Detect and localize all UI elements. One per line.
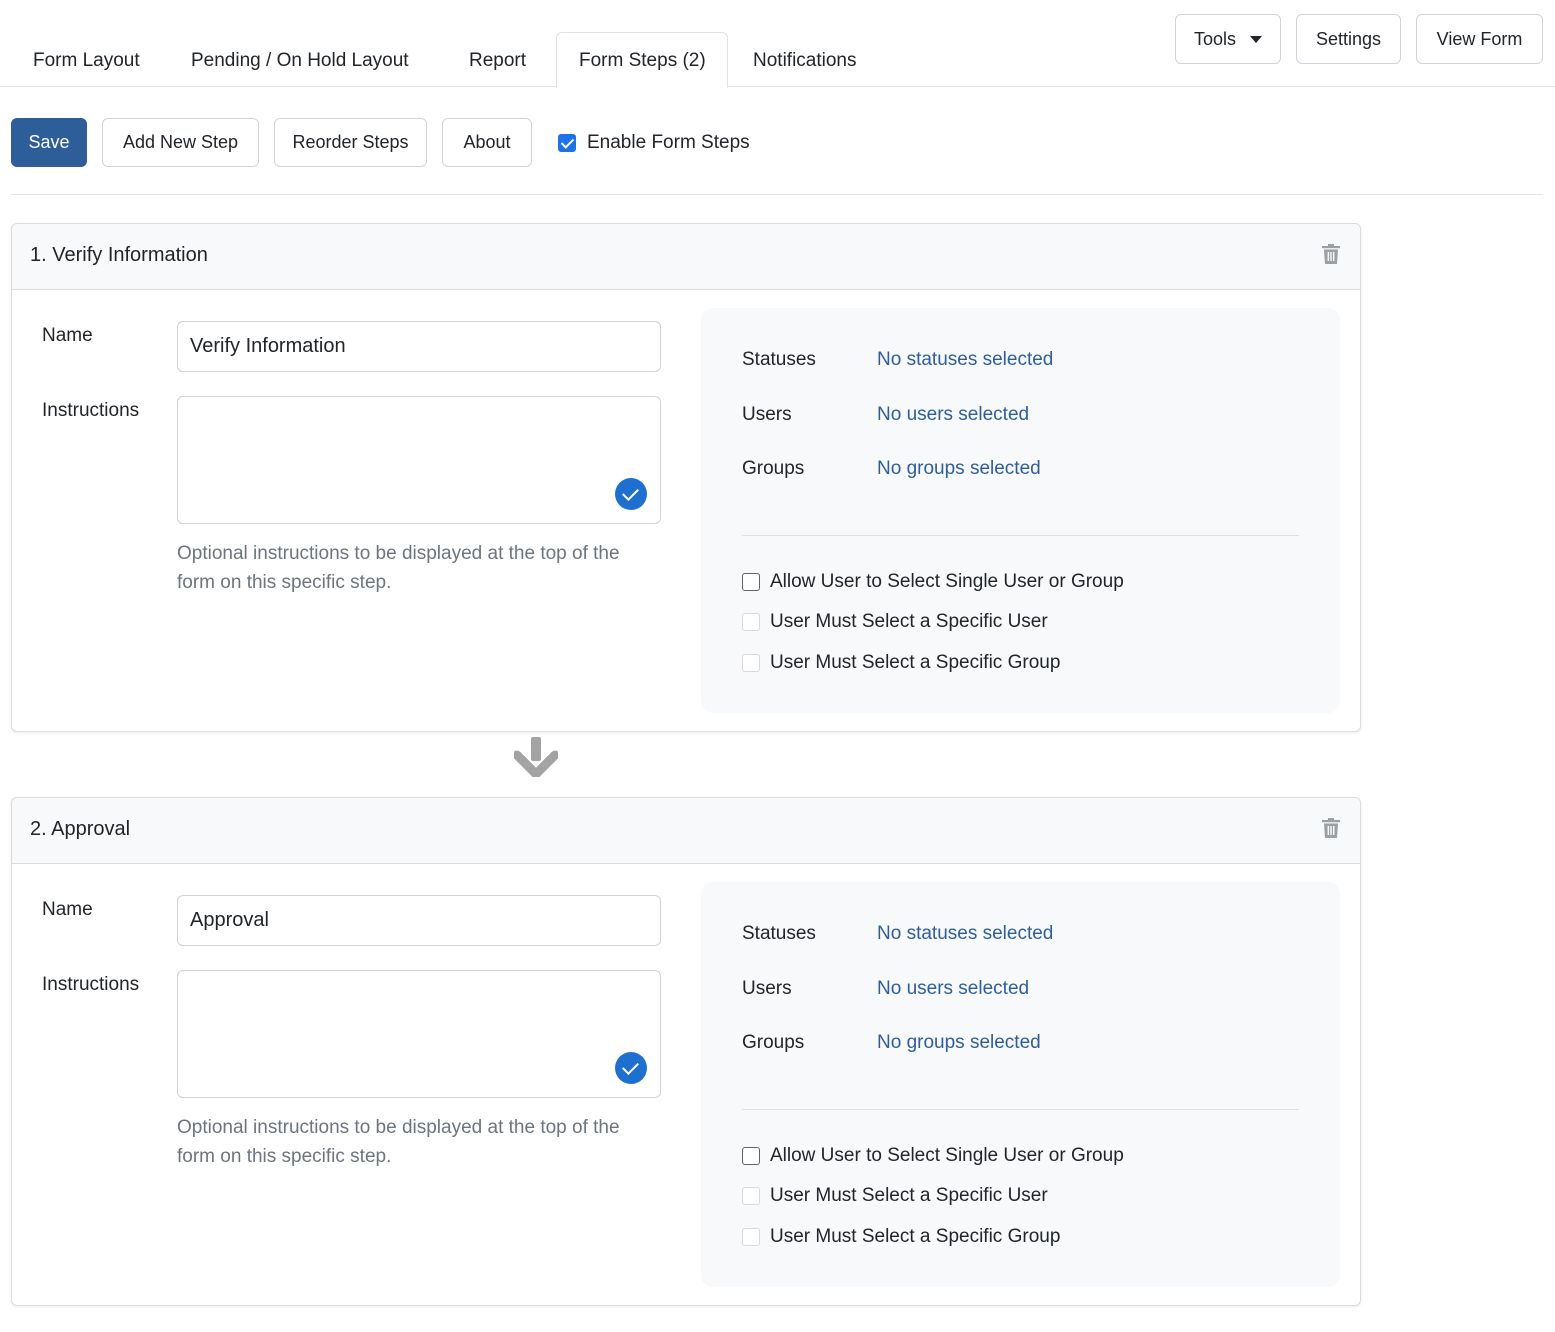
statuses-selector-link[interactable]: No statuses selected xyxy=(877,923,1053,945)
enable-form-steps-checkbox[interactable] xyxy=(558,134,576,152)
toolbar-divider xyxy=(11,194,1543,195)
enable-form-steps-label: Enable Form Steps xyxy=(587,132,750,153)
instructions-textarea[interactable] xyxy=(177,396,661,524)
option-label: Allow User to Select Single User or Grou… xyxy=(770,1145,1124,1166)
must-select-group-checkbox xyxy=(742,1228,760,1246)
users-label: Users xyxy=(742,404,792,425)
step-name-input[interactable] xyxy=(177,895,661,946)
tab-pending-on-hold-layout[interactable]: Pending / On Hold Layout xyxy=(169,32,431,88)
about-button[interactable]: About xyxy=(442,118,532,167)
option-must-select-group: User Must Select a Specific Group xyxy=(742,651,1060,675)
caret-down-icon xyxy=(1250,35,1263,43)
option-must-select-user: User Must Select a Specific User xyxy=(742,1184,1048,1208)
statuses-selector-link[interactable]: No statuses selected xyxy=(877,349,1053,371)
step-title: 1. Verify Information xyxy=(30,244,208,266)
groups-selector-link[interactable]: No groups selected xyxy=(877,1032,1041,1054)
assignment-panel: Statuses No statuses selected Users No u… xyxy=(701,308,1340,713)
tools-dropdown-button[interactable]: Tools xyxy=(1175,14,1281,64)
grammarly-check-icon[interactable] xyxy=(615,478,647,510)
step-card-header: 2. Approval xyxy=(12,798,1360,864)
option-label: User Must Select a Specific Group xyxy=(770,652,1061,673)
arrow-down-icon xyxy=(514,737,558,777)
step-card-1: 1. Verify Information Name Instructions … xyxy=(11,223,1361,732)
allow-single-checkbox[interactable] xyxy=(742,573,760,591)
save-button[interactable]: Save xyxy=(11,118,87,167)
users-selector-link[interactable]: No users selected xyxy=(877,978,1029,1000)
tab-report[interactable]: Report xyxy=(447,32,548,88)
groups-selector-link[interactable]: No groups selected xyxy=(877,458,1041,480)
statuses-label: Statuses xyxy=(742,923,816,944)
groups-label: Groups xyxy=(742,1032,805,1053)
instructions-label: Instructions xyxy=(42,974,140,995)
groups-label: Groups xyxy=(742,458,805,479)
tab-form-steps[interactable]: Form Steps (2) xyxy=(556,32,728,88)
users-label: Users xyxy=(742,978,792,999)
name-label: Name xyxy=(42,899,93,920)
option-allow-single-user-or-group[interactable]: Allow User to Select Single User or Grou… xyxy=(742,570,1124,594)
option-label: User Must Select a Specific User xyxy=(770,1185,1048,1206)
option-label: User Must Select a Specific Group xyxy=(770,1226,1061,1247)
name-label: Name xyxy=(42,325,93,346)
option-label: User Must Select a Specific User xyxy=(770,611,1048,632)
allow-single-checkbox[interactable] xyxy=(742,1147,760,1165)
view-form-button[interactable]: View Form xyxy=(1416,14,1543,64)
step-card-header: 1. Verify Information xyxy=(12,224,1360,290)
instructions-help-text: Optional instructions to be displayed at… xyxy=(177,543,620,593)
option-must-select-user: User Must Select a Specific User xyxy=(742,610,1048,634)
step-card-2: 2. Approval Name Instructions Optional i… xyxy=(11,797,1361,1306)
users-selector-link[interactable]: No users selected xyxy=(877,404,1029,426)
must-select-group-checkbox xyxy=(742,654,760,672)
tools-label: Tools xyxy=(1193,28,1237,49)
enable-form-steps-toggle[interactable]: Enable Form Steps xyxy=(558,131,750,155)
option-must-select-group: User Must Select a Specific Group xyxy=(742,1225,1060,1249)
option-allow-single-user-or-group[interactable]: Allow User to Select Single User or Grou… xyxy=(742,1144,1124,1168)
add-new-step-button[interactable]: Add New Step xyxy=(102,118,259,167)
tab-bar: Form Layout Pending / On Hold Layout Rep… xyxy=(0,0,1555,88)
statuses-label: Statuses xyxy=(742,349,816,370)
instructions-label: Instructions xyxy=(42,400,140,421)
settings-button[interactable]: Settings xyxy=(1296,14,1401,64)
reorder-steps-button[interactable]: Reorder Steps xyxy=(274,118,427,167)
step-name-input[interactable] xyxy=(177,321,661,372)
assignment-divider xyxy=(742,535,1299,536)
option-label: Allow User to Select Single User or Grou… xyxy=(770,571,1124,592)
instructions-textarea[interactable] xyxy=(177,970,661,1098)
grammarly-check-icon[interactable] xyxy=(615,1052,647,1084)
tab-form-layout[interactable]: Form Layout xyxy=(11,32,162,88)
tab-notifications[interactable]: Notifications xyxy=(731,32,879,88)
trash-icon[interactable] xyxy=(1322,818,1340,838)
must-select-user-checkbox xyxy=(742,1187,760,1205)
step-title: 2. Approval xyxy=(30,818,131,840)
trash-icon[interactable] xyxy=(1322,244,1340,264)
instructions-help-text: Optional instructions to be displayed at… xyxy=(177,1117,620,1167)
assignment-divider xyxy=(742,1109,1299,1110)
assignment-panel: Statuses No statuses selected Users No u… xyxy=(701,882,1340,1287)
must-select-user-checkbox xyxy=(742,613,760,631)
